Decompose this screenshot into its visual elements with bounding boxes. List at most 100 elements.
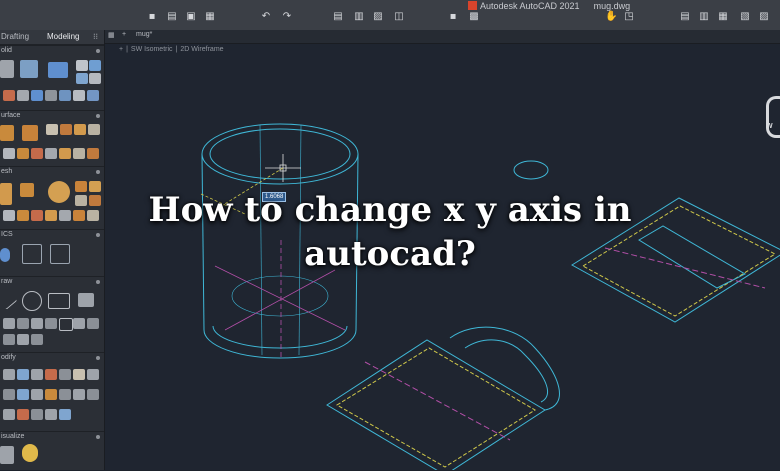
- mesh-tool-a-icon[interactable]: [20, 183, 34, 197]
- ucs-origin-icon[interactable]: [22, 244, 42, 264]
- rotate-tool-icon[interactable]: [17, 369, 29, 380]
- mesh-tool-g-icon[interactable]: [17, 210, 29, 221]
- surface-tool-c-icon[interactable]: [46, 124, 58, 135]
- rectangle-tool-icon[interactable]: [48, 293, 70, 309]
- tab-modeling[interactable]: Modeling: [47, 30, 79, 44]
- modify-tool-e-icon[interactable]: [59, 389, 71, 400]
- undo-icon[interactable]: ↶: [261, 12, 271, 22]
- redo-icon[interactable]: ↷: [282, 12, 292, 22]
- modify-tool-d-icon[interactable]: [45, 389, 57, 400]
- modify-tool-a-icon[interactable]: [3, 389, 15, 400]
- surface-tool-i-icon[interactable]: [31, 148, 43, 159]
- surface-tool-d-icon[interactable]: [60, 124, 72, 135]
- section-solid-collapse-icon[interactable]: [96, 49, 100, 53]
- box-tool-icon[interactable]: [0, 60, 14, 78]
- draw-tool-h-icon[interactable]: [3, 334, 15, 345]
- properties-icon[interactable]: ▤: [680, 12, 690, 22]
- viewcube-compass[interactable]: [766, 96, 780, 138]
- copy-tool-icon[interactable]: [31, 369, 43, 380]
- section-surface-collapse-icon[interactable]: [96, 114, 100, 118]
- surface-tool-g-icon[interactable]: [3, 148, 15, 159]
- mesh-tool-c-icon[interactable]: [89, 181, 101, 192]
- modify-tool-f-icon[interactable]: [73, 389, 85, 400]
- mesh-tool-l-icon[interactable]: [87, 210, 99, 221]
- surface-tool-l-icon[interactable]: [73, 148, 85, 159]
- hatch-tool-icon[interactable]: [78, 293, 94, 307]
- section-ucs-collapse-icon[interactable]: [96, 233, 100, 237]
- modify-tool-g-icon[interactable]: [87, 389, 99, 400]
- draw-tool-a-icon[interactable]: [3, 318, 15, 329]
- match-properties-icon[interactable]: ▪: [448, 12, 458, 22]
- extrude-tool-icon[interactable]: [20, 60, 38, 78]
- sheet-set-icon[interactable]: ▧: [740, 12, 750, 22]
- trim-tool-icon[interactable]: [73, 369, 85, 380]
- draw-tool-i-icon[interactable]: [17, 334, 29, 345]
- visual-style-icon[interactable]: [0, 446, 14, 464]
- solid-tool-g-icon[interactable]: [31, 90, 43, 101]
- ucs-3point-icon[interactable]: [50, 244, 70, 264]
- mesh-tool-i-icon[interactable]: [45, 210, 57, 221]
- move-tool-icon[interactable]: [3, 369, 15, 380]
- modify-tool-l-icon[interactable]: [59, 409, 71, 420]
- new-file-icon[interactable]: ▪: [147, 12, 157, 22]
- plot-preview-icon[interactable]: ◫: [394, 12, 404, 22]
- mirror-tool-icon[interactable]: [45, 369, 57, 380]
- mesh-tool-d-icon[interactable]: [75, 195, 87, 206]
- draw-tool-j-icon[interactable]: [31, 334, 43, 345]
- solid-tool-i-icon[interactable]: [59, 90, 71, 101]
- surface-tool-k-icon[interactable]: [59, 148, 71, 159]
- surface-tool-e-icon[interactable]: [74, 124, 86, 135]
- hand-pan-icon[interactable]: ✋: [605, 12, 617, 22]
- section-visualize-collapse-icon[interactable]: [96, 435, 100, 439]
- modify-tool-h-icon[interactable]: [3, 409, 15, 420]
- modify-tool-k-icon[interactable]: [45, 409, 57, 420]
- surface-tool-f-icon[interactable]: [88, 124, 100, 135]
- palette-menu-icon[interactable]: ⁝⁝: [93, 30, 98, 44]
- mesh-tool-j-icon[interactable]: [59, 210, 71, 221]
- solid-tool-f-icon[interactable]: [17, 90, 29, 101]
- mesh-tool-k-icon[interactable]: [73, 210, 85, 221]
- modify-tool-b-icon[interactable]: [17, 389, 29, 400]
- mesh-tool-f-icon[interactable]: [3, 210, 15, 221]
- solid-tool-k-icon[interactable]: [87, 90, 99, 101]
- mesh-tool-h-icon[interactable]: [31, 210, 43, 221]
- viewcube-west-label[interactable]: W: [766, 123, 773, 130]
- ucs-world-icon[interactable]: [0, 248, 10, 262]
- design-center-icon[interactable]: ▥: [699, 12, 709, 22]
- draw-tool-g-icon[interactable]: [87, 318, 99, 329]
- mesh-box-icon[interactable]: [0, 183, 12, 205]
- surface-tool-a-icon[interactable]: [0, 125, 14, 141]
- surface-tool-h-icon[interactable]: [17, 148, 29, 159]
- fillet-tool-icon[interactable]: [59, 369, 71, 380]
- surface-tool-j-icon[interactable]: [45, 148, 57, 159]
- tool-palette-icon[interactable]: ▦: [718, 12, 728, 22]
- save-as-icon[interactable]: ▦: [205, 12, 215, 22]
- modify-tool-c-icon[interactable]: [31, 389, 43, 400]
- page-setup-icon[interactable]: ▨: [373, 12, 383, 22]
- plot-icon[interactable]: ▤: [333, 12, 343, 22]
- circle-tool-icon[interactable]: [22, 291, 42, 311]
- draw-tool-f-icon[interactable]: [73, 318, 85, 329]
- solid-tool-d-icon[interactable]: [89, 73, 101, 84]
- solid-tool-j-icon[interactable]: [73, 90, 85, 101]
- publish-icon[interactable]: ▥: [354, 12, 364, 22]
- section-modify-collapse-icon[interactable]: [96, 356, 100, 360]
- solid-tool-a-icon[interactable]: [76, 60, 88, 71]
- solid-tool-e-icon[interactable]: [3, 90, 15, 101]
- draw-tool-d-icon[interactable]: [45, 318, 57, 329]
- line-tool-icon[interactable]: [0, 289, 18, 310]
- tab-drafting[interactable]: Drafting: [1, 30, 29, 44]
- render-light-icon[interactable]: [22, 444, 38, 462]
- open-folder-icon[interactable]: ▤: [167, 12, 177, 22]
- markup-icon[interactable]: ▨: [759, 12, 769, 22]
- mesh-tool-e-icon[interactable]: [89, 195, 101, 206]
- draw-tool-b-icon[interactable]: [17, 318, 29, 329]
- layer-icon[interactable]: ▩: [469, 12, 479, 22]
- save-icon[interactable]: ▣: [186, 12, 196, 22]
- solid-tool-h-icon[interactable]: [45, 90, 57, 101]
- surface-tool-m-icon[interactable]: [87, 148, 99, 159]
- solid-tool-c-icon[interactable]: [76, 73, 88, 84]
- zoom-icon[interactable]: ◳: [624, 12, 634, 22]
- mesh-tool-b-icon[interactable]: [75, 181, 87, 192]
- modify-tool-j-icon[interactable]: [31, 409, 43, 420]
